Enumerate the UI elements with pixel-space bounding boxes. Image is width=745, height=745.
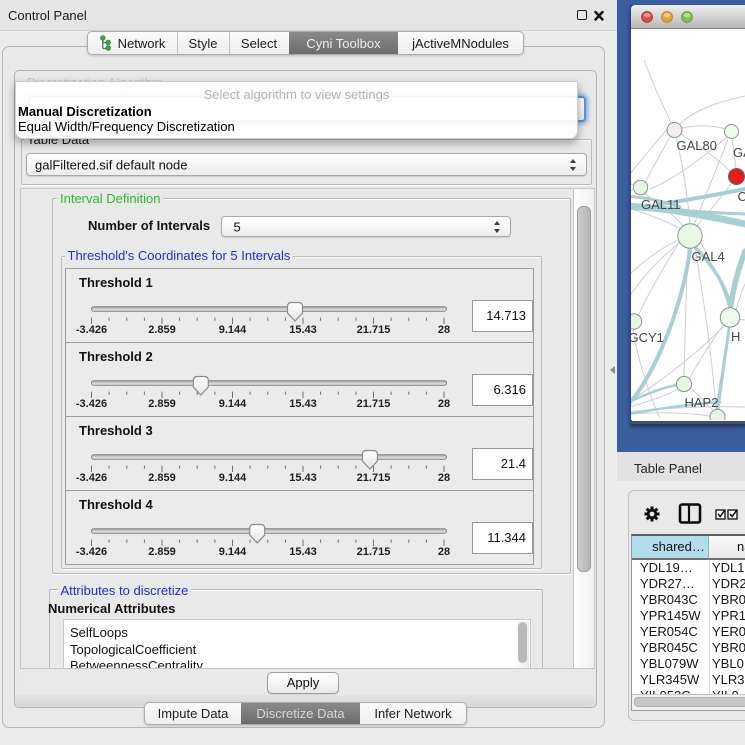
svg-text:28: 28 (438, 546, 450, 558)
svg-text:2.859: 2.859 (148, 324, 176, 336)
svg-text:28: 28 (438, 324, 450, 336)
svg-text:C: C (738, 189, 745, 204)
svg-text:9.144: 9.144 (219, 472, 247, 484)
svg-text:9.144: 9.144 (219, 398, 247, 410)
svg-text:15.43: 15.43 (289, 398, 317, 410)
svg-text:9.144: 9.144 (219, 324, 247, 336)
svg-text:15.43: 15.43 (289, 546, 317, 558)
svg-text:28: 28 (438, 398, 450, 410)
svg-text:GCY1: GCY1 (631, 330, 664, 345)
svg-text:-3.426: -3.426 (76, 546, 107, 558)
svg-text:-3.426: -3.426 (76, 472, 107, 484)
svg-text:GAL11: GAL11 (641, 197, 681, 212)
svg-text:-3.426: -3.426 (76, 398, 107, 410)
svg-text:GA: GA (733, 145, 745, 160)
svg-text:H: H (731, 329, 740, 344)
svg-text:2.859: 2.859 (148, 546, 176, 558)
svg-text:2.859: 2.859 (148, 398, 176, 410)
svg-text:2.859: 2.859 (148, 472, 176, 484)
svg-text:21.715: 21.715 (357, 472, 391, 484)
svg-text:-3.426: -3.426 (76, 324, 107, 336)
svg-text:21.715: 21.715 (357, 324, 391, 336)
svg-text:GAL80: GAL80 (677, 138, 717, 153)
svg-text:9.144: 9.144 (219, 546, 247, 558)
svg-text:15.43: 15.43 (289, 472, 317, 484)
svg-text:GAL4: GAL4 (692, 249, 725, 264)
svg-text:15.43: 15.43 (289, 324, 317, 336)
svg-text:HAP2: HAP2 (685, 395, 719, 410)
svg-text:28: 28 (438, 472, 450, 484)
svg-text:21.715: 21.715 (357, 398, 391, 410)
svg-text:21.715: 21.715 (357, 546, 391, 558)
